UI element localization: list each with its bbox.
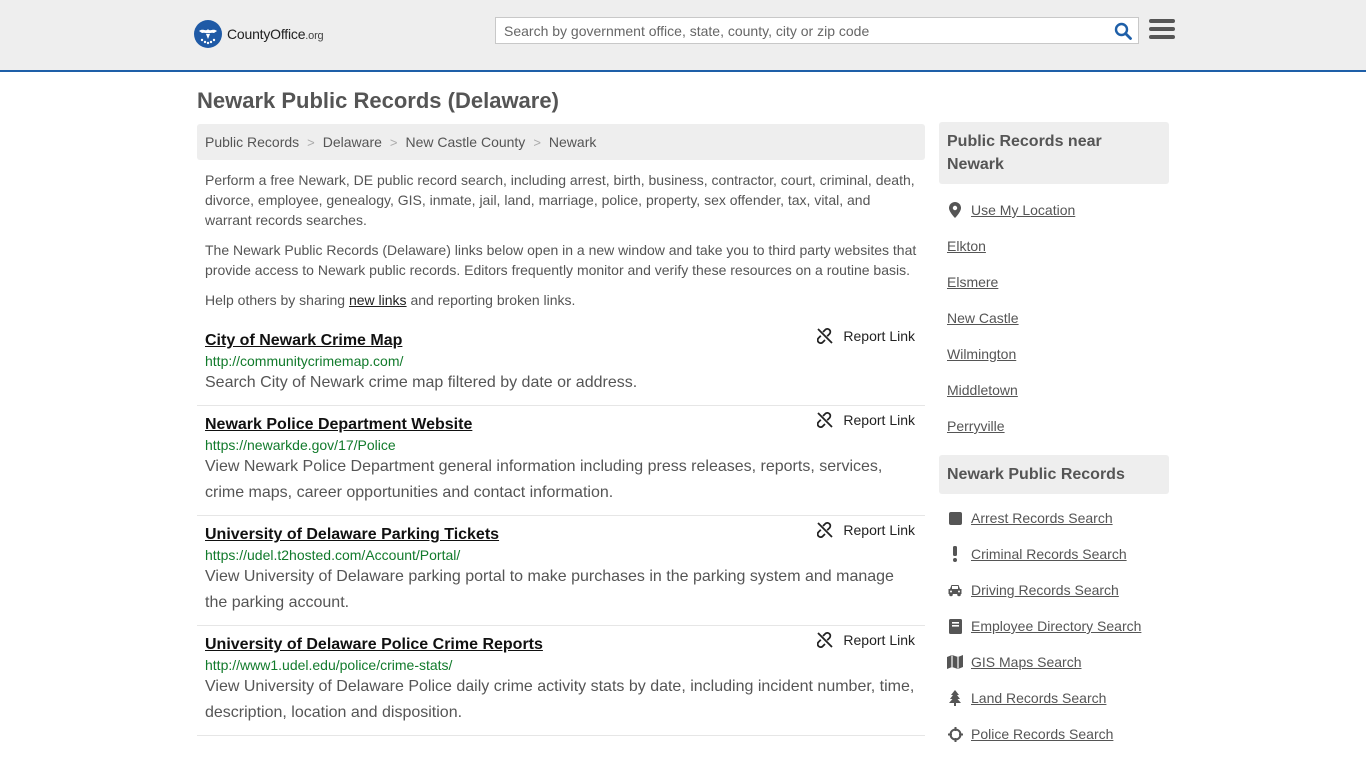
page-title: Newark Public Records (Delaware): [197, 88, 559, 113]
breadcrumb-separator-icon: >: [307, 134, 315, 150]
exclamation-icon: [947, 546, 963, 562]
link-description: View University of Delaware Police daily…: [205, 678, 915, 721]
breadcrumb: Public Records > Delaware > New Castle C…: [197, 124, 925, 160]
search-button[interactable]: [1112, 20, 1134, 42]
new-links-link[interactable]: new links: [349, 292, 407, 308]
nearby-city-link[interactable]: Middletown: [947, 382, 1018, 398]
nearby-city-link[interactable]: Wilmington: [947, 346, 1016, 362]
link-description: View University of Delaware parking port…: [205, 568, 894, 611]
employee-directory-link[interactable]: Employee Directory Search: [971, 618, 1141, 634]
list-item: Arrest Records Search: [939, 500, 1169, 536]
nearby-city-link[interactable]: New Castle: [947, 310, 1019, 326]
report-link-label: Report Link: [843, 632, 915, 648]
link-title[interactable]: Newark Police Department Website: [205, 416, 472, 434]
broken-link-icon: [817, 328, 834, 344]
driving-records-link[interactable]: Driving Records Search: [971, 582, 1119, 598]
nearby-city-link[interactable]: Elkton: [947, 238, 986, 254]
tree-icon: [947, 690, 963, 706]
list-item: Newark Police Department Website Report …: [197, 406, 925, 516]
search-icon: [1114, 22, 1132, 40]
link-url[interactable]: http://www1.udel.edu/police/crime-stats/: [205, 657, 917, 673]
breadcrumb-public-records[interactable]: Public Records: [205, 134, 299, 150]
report-link-label: Report Link: [843, 522, 915, 538]
link-title[interactable]: City of Newark Crime Map: [205, 332, 402, 350]
logo-county: County: [227, 26, 271, 42]
link-title[interactable]: University of Delaware Parking Tickets: [205, 526, 499, 544]
link-description: Search City of Newark crime map filtered…: [205, 374, 638, 391]
criminal-records-link[interactable]: Criminal Records Search: [971, 546, 1127, 562]
logo-office: Office: [270, 26, 306, 42]
list-item: Employee Directory Search: [939, 608, 1169, 644]
intro-paragraph-2: The Newark Public Records (Delaware) lin…: [205, 242, 917, 278]
broken-link-icon: [817, 632, 834, 648]
intro-text: Perform a free Newark, DE public record …: [197, 170, 925, 310]
list-item: New Castle: [939, 300, 1169, 336]
use-my-location-link[interactable]: Use My Location: [971, 202, 1075, 218]
sidebar: Public Records near Newark Use My Locati…: [939, 122, 1169, 752]
crosshair-icon: [947, 726, 963, 742]
logo-text: CountyOffice.org: [227, 26, 324, 42]
links-list: City of Newark Crime Map Report Link htt…: [197, 328, 925, 736]
use-location-item: Use My Location: [939, 192, 1169, 228]
car-icon: [947, 584, 963, 597]
arrest-records-link[interactable]: Arrest Records Search: [971, 510, 1113, 526]
map-marker-icon: [947, 202, 963, 218]
gis-maps-link[interactable]: GIS Maps Search: [971, 654, 1082, 670]
nearby-city-link[interactable]: Perryville: [947, 418, 1005, 434]
breadcrumb-new-castle-county[interactable]: New Castle County: [405, 134, 525, 150]
link-url[interactable]: https://udel.t2hosted.com/Account/Portal…: [205, 547, 917, 563]
land-records-link[interactable]: Land Records Search: [971, 690, 1106, 706]
breadcrumb-separator-icon: >: [389, 134, 398, 150]
main-content: Public Records > Delaware > New Castle C…: [197, 124, 925, 736]
square-icon: [947, 511, 963, 525]
list-item: Perryville: [939, 408, 1169, 444]
link-url[interactable]: https://newarkde.gov/17/Police: [205, 437, 917, 453]
search-box: [495, 17, 1139, 44]
list-item: University of Delaware Police Crime Repo…: [197, 626, 925, 736]
list-item: Elsmere: [939, 264, 1169, 300]
records-search-list: Arrest Records Search Criminal Records S…: [939, 500, 1169, 752]
breadcrumb-newark: Newark: [548, 134, 597, 150]
nearby-records-heading: Public Records near Newark: [939, 122, 1169, 184]
list-item: Elkton: [939, 228, 1169, 264]
police-records-link[interactable]: Police Records Search: [971, 726, 1113, 742]
list-item: Police Records Search: [939, 716, 1169, 752]
intro-paragraph-1: Perform a free Newark, DE public record …: [205, 172, 915, 228]
list-item: City of Newark Crime Map Report Link htt…: [197, 328, 925, 406]
report-link-label: Report Link: [843, 412, 915, 428]
newark-records-heading: Newark Public Records: [939, 455, 1169, 494]
breadcrumb-delaware[interactable]: Delaware: [323, 134, 382, 150]
site-logo[interactable]: CountyOffice.org: [194, 20, 324, 48]
seal-logo-icon: [194, 20, 222, 48]
report-link-label: Report Link: [843, 328, 915, 344]
book-icon: [947, 618, 963, 634]
list-item: Driving Records Search: [939, 572, 1169, 608]
report-link-button[interactable]: Report Link: [817, 522, 915, 538]
nearby-city-link[interactable]: Elsmere: [947, 274, 998, 290]
broken-link-icon: [817, 522, 834, 538]
list-item: GIS Maps Search: [939, 644, 1169, 680]
report-link-button[interactable]: Report Link: [817, 632, 915, 648]
logo-tld: .org: [305, 30, 324, 42]
nearby-cities-list: Use My Location Elkton Elsmere New Castl…: [939, 192, 1169, 444]
map-icon: [947, 655, 963, 669]
list-item: Middletown: [939, 372, 1169, 408]
list-item: Land Records Search: [939, 680, 1169, 716]
intro-reporting-text: and reporting broken links.: [406, 292, 576, 308]
list-item: Criminal Records Search: [939, 536, 1169, 572]
search-input[interactable]: [496, 18, 1104, 43]
intro-paragraph-3: Help others by sharing new links and rep…: [205, 290, 917, 310]
site-header: CountyOffice.org: [0, 0, 1366, 72]
breadcrumb-separator-icon: >: [533, 134, 541, 150]
link-url[interactable]: http://communitycrimemap.com/: [205, 353, 917, 369]
broken-link-icon: [817, 412, 834, 428]
report-link-button[interactable]: Report Link: [817, 328, 915, 344]
link-title[interactable]: University of Delaware Police Crime Repo…: [205, 636, 543, 654]
hamburger-menu-icon[interactable]: [1149, 19, 1175, 43]
intro-share-text: Help others by sharing: [205, 292, 349, 308]
report-link-button[interactable]: Report Link: [817, 412, 915, 428]
list-item: Wilmington: [939, 336, 1169, 372]
list-item: University of Delaware Parking Tickets R…: [197, 516, 925, 626]
link-description: View Newark Police Department general in…: [205, 458, 883, 501]
